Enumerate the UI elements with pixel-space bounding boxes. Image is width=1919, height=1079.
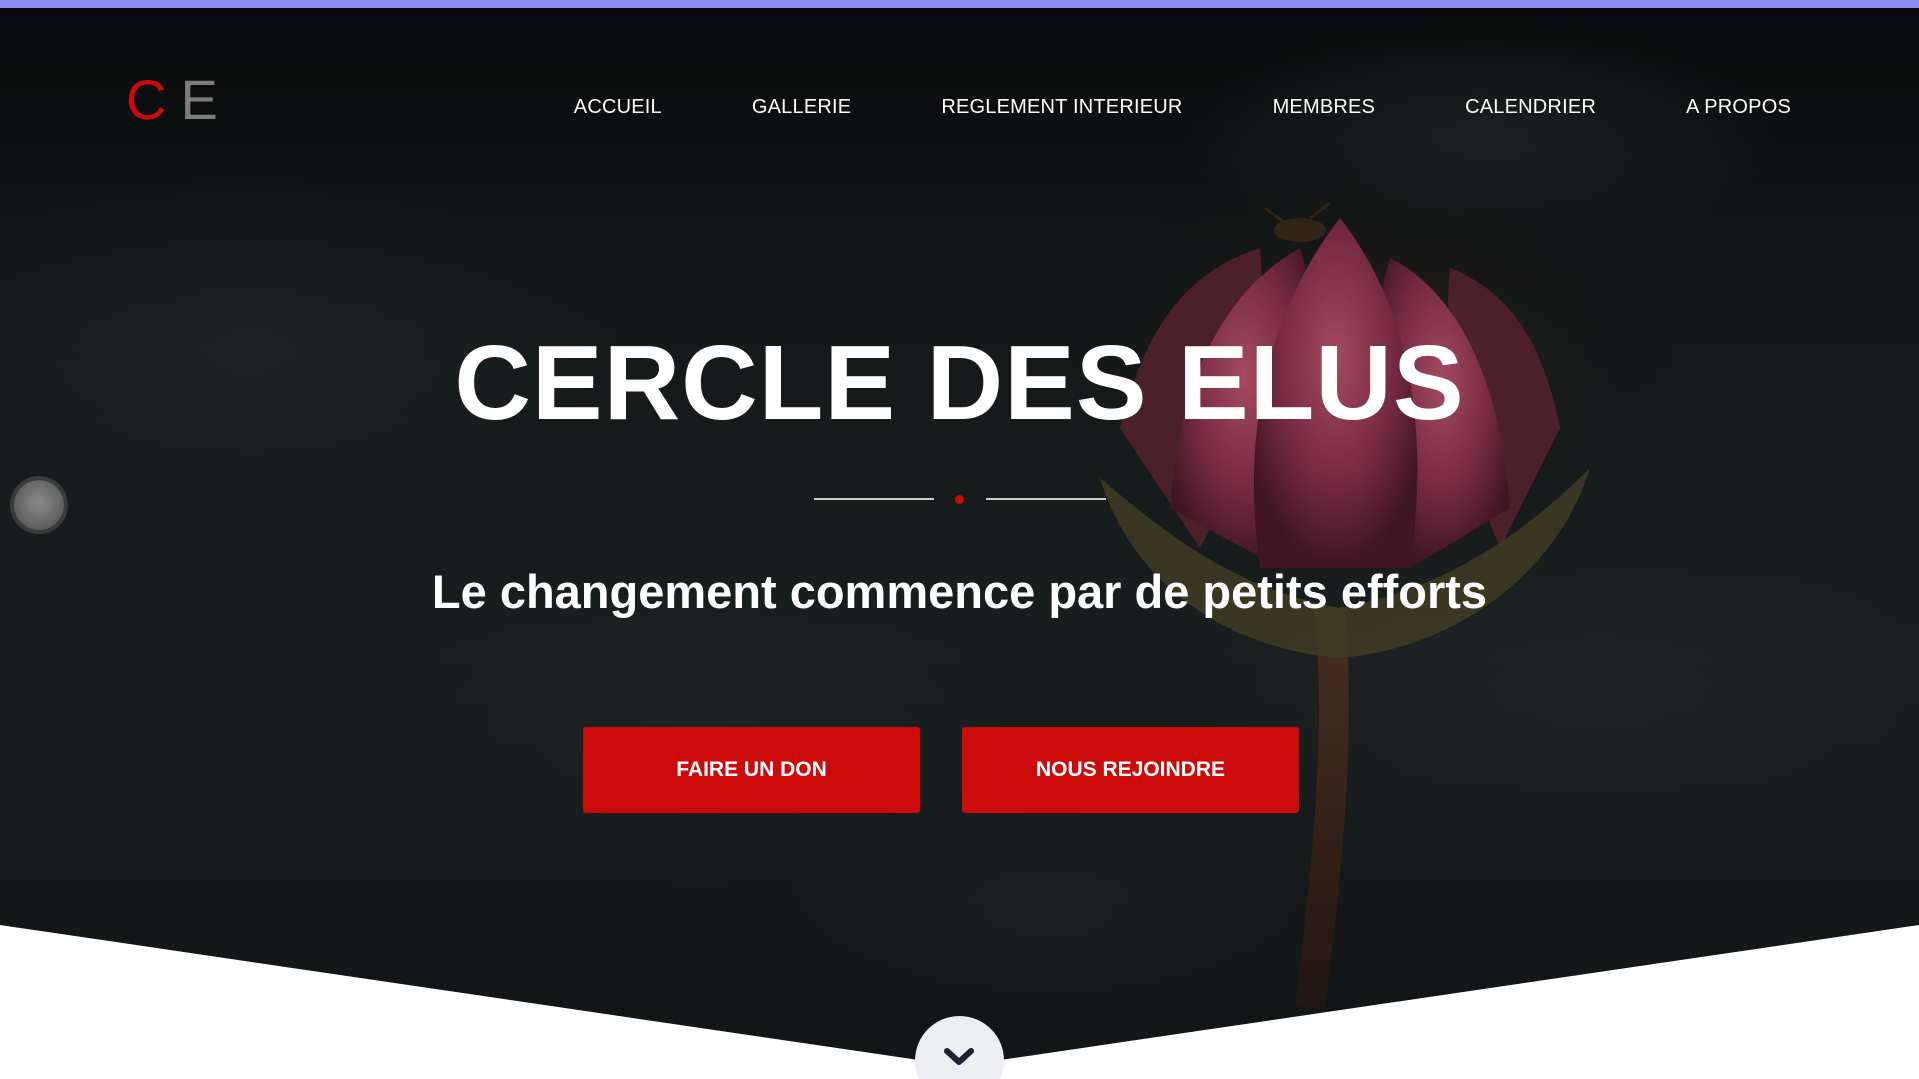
divider-dot <box>955 495 964 504</box>
logo-letter-e: E <box>180 68 232 131</box>
circle-handle-icon[interactable] <box>14 480 64 530</box>
donate-button[interactable]: FAIRE UN DON <box>583 727 920 813</box>
hero-overlay <box>0 8 1919 1066</box>
nav-item-accueil[interactable]: ACCUEIL <box>574 96 662 119</box>
nav-item-a-propos[interactable]: A PROPOS <box>1686 96 1791 119</box>
hero-title: CERCLE DES ELUS <box>454 324 1465 442</box>
logo-letter-c: C <box>126 68 181 131</box>
site-logo[interactable]: CE <box>126 72 232 128</box>
hero-subtitle: Le changement commence par de petits eff… <box>431 565 1488 618</box>
hero-section <box>0 8 1919 1066</box>
main-nav: ACCUEIL GALLERIE REGLEMENT INTERIEUR MEM… <box>574 96 1791 119</box>
chevron-down-icon <box>944 1048 974 1065</box>
nav-item-reglement-interieur[interactable]: REGLEMENT INTERIEUR <box>941 96 1182 119</box>
nav-item-gallerie[interactable]: GALLERIE <box>752 96 851 119</box>
nav-item-calendrier[interactable]: CALENDRIER <box>1465 96 1596 119</box>
page: CE ACCUEIL GALLERIE REGLEMENT INTERIEUR … <box>0 0 1919 1079</box>
top-accent-bar <box>0 0 1919 8</box>
nav-item-membres[interactable]: MEMBRES <box>1273 96 1376 119</box>
join-button[interactable]: NOUS REJOINDRE <box>962 727 1299 813</box>
title-divider <box>814 495 1106 504</box>
divider-line-left <box>814 498 934 500</box>
divider-line-right <box>986 498 1106 500</box>
